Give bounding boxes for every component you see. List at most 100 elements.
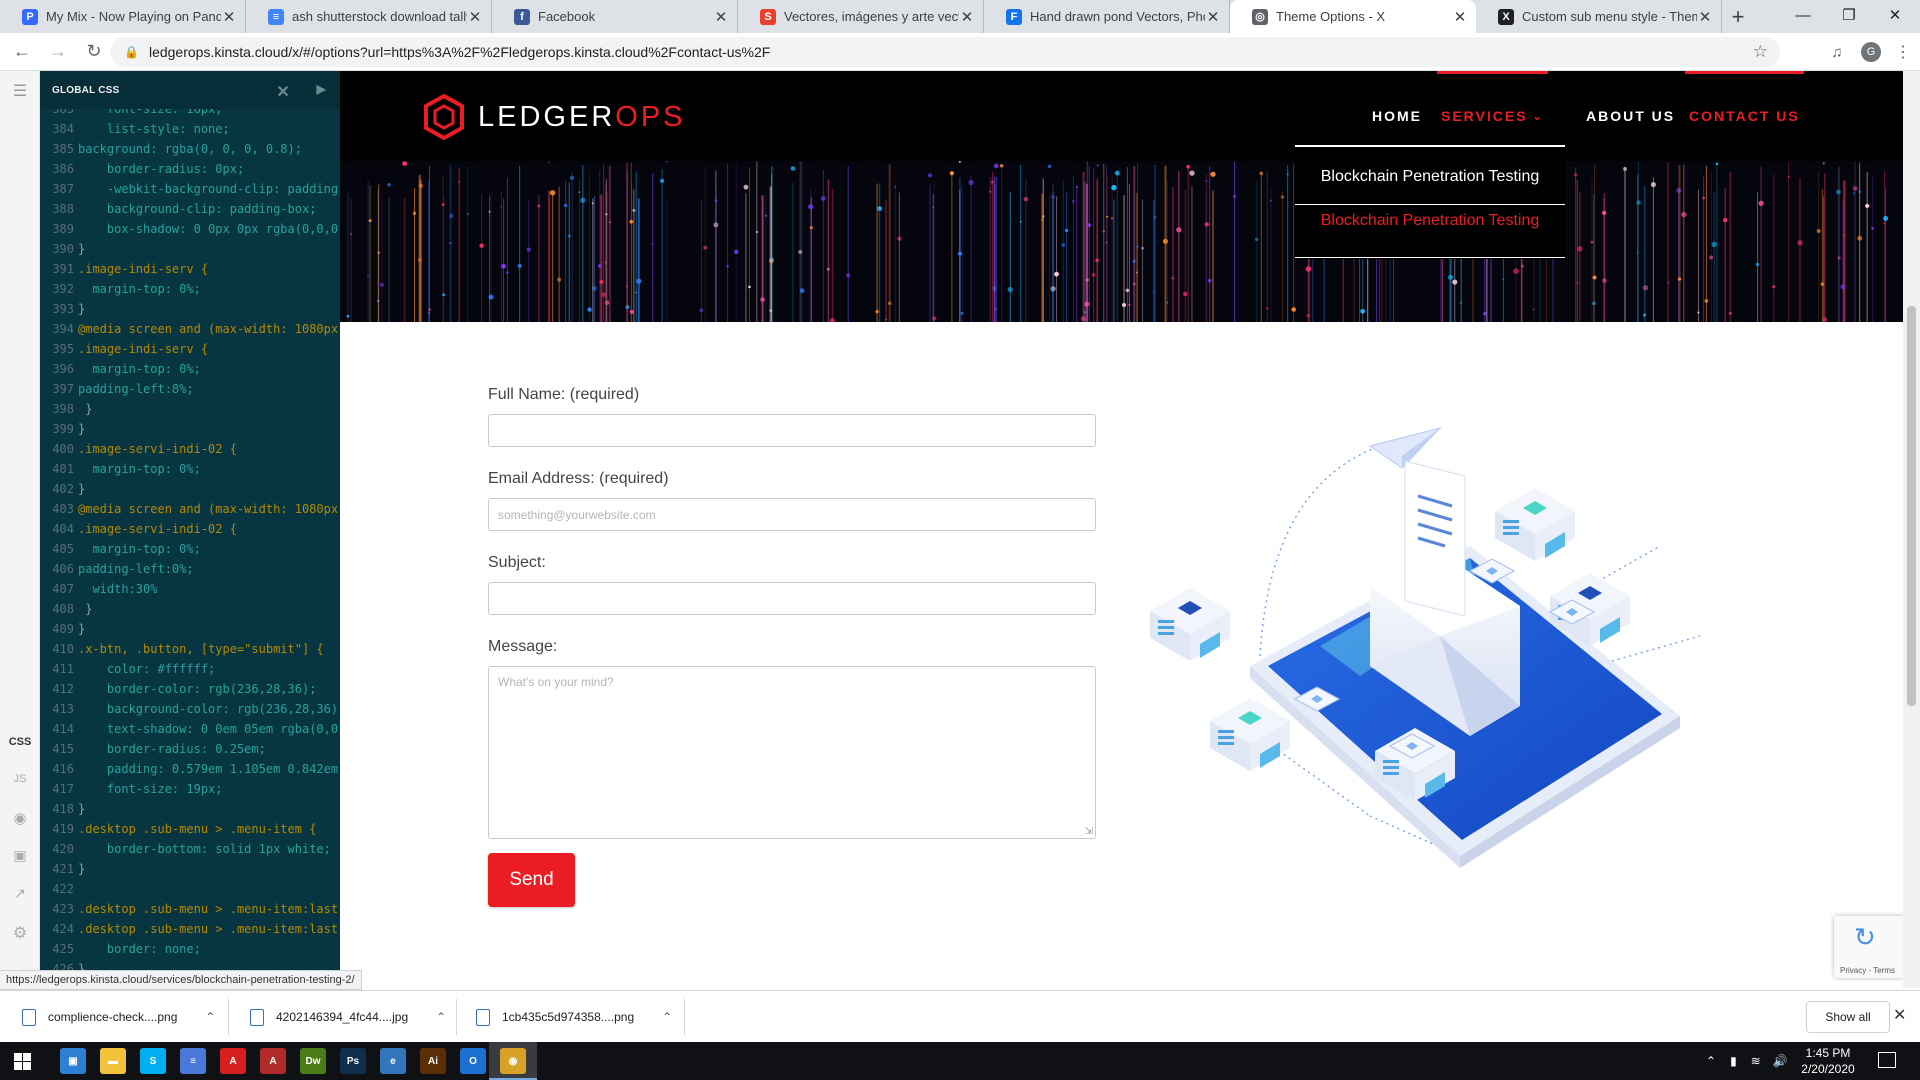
light-particle	[1186, 164, 1190, 169]
recaptcha-badge[interactable]: ↻ Privacy - Terms	[1834, 916, 1903, 978]
browser-tab[interactable]: P My Mix - Now Playing on Pandora✕	[0, 0, 246, 33]
chevron-up-icon[interactable]: ⌃	[436, 1010, 446, 1024]
send-button[interactable]: Send	[488, 853, 575, 907]
ledgerops-logo[interactable]: LEDGEROPS	[420, 93, 686, 141]
page-scrollbar[interactable]	[1903, 71, 1920, 988]
rail-tab-css[interactable]: CSS	[0, 736, 40, 748]
wifi-icon[interactable]: ≋	[1751, 1054, 1761, 1068]
nav-contact[interactable]: CONTACT US	[1685, 71, 1804, 161]
new-tab-button[interactable]: +	[1722, 0, 1754, 33]
photoshop-icon[interactable]: Ps	[340, 1048, 366, 1074]
global-css-editor[interactable]: GLOBAL CSS ✕ ▶ 383 font-size: 16px; 384 l…	[40, 71, 340, 988]
close-shelf-icon[interactable]: ✕	[1893, 1005, 1906, 1025]
forward-button[interactable]: →	[40, 37, 76, 67]
close-tab-icon[interactable]: ✕	[1697, 8, 1713, 26]
download-item[interactable]: 1cb435c5d974358....png ⌃	[476, 991, 672, 1043]
bookmark-star-icon[interactable]: ☆	[1753, 42, 1768, 62]
address-bar[interactable]: 🔒 ledgerops.kinsta.cloud/x/#/options?url…	[110, 37, 1780, 67]
edge-icon[interactable]: e	[380, 1048, 406, 1074]
file-explorer-icon[interactable]: ▣	[60, 1048, 86, 1074]
system-tray: ⌃ ▮ ≋ 🔊	[1706, 1042, 1788, 1080]
chevron-up-icon[interactable]: ⌃	[205, 1010, 215, 1024]
run-icon[interactable]: ▶	[317, 82, 326, 96]
chevron-up-icon[interactable]: ⌃	[662, 1010, 672, 1024]
pdf-icon[interactable]: A	[260, 1048, 286, 1074]
light-particle	[1207, 278, 1212, 283]
browser-tab[interactable]: f Facebook ✕	[492, 0, 738, 33]
download-item[interactable]: complience-check....png ⌃	[22, 991, 215, 1043]
back-button[interactable]: ←	[4, 37, 40, 67]
rail-tab-js[interactable]: JS	[0, 773, 40, 785]
light-particle	[1054, 271, 1059, 277]
tray-chevron-icon[interactable]: ⌃	[1706, 1054, 1716, 1068]
light-particle	[636, 278, 642, 284]
download-item[interactable]: 4202146394_4fc44....jpg ⌃	[250, 991, 446, 1043]
code-lines[interactable]: 383 font-size: 16px; 384 list-style: none…	[40, 109, 340, 979]
nav-about[interactable]: ABOUT US	[1586, 71, 1675, 161]
line-text: .x-btn, .button, [type="submit"] {	[78, 642, 324, 656]
notifications-icon[interactable]	[1878, 1052, 1896, 1068]
taskbar-clock[interactable]: 1:45 PM 2/20/2020	[1788, 1045, 1868, 1077]
light-particle	[714, 199, 718, 203]
browser-tab[interactable]: ◎ Theme Options - X ✕	[1230, 0, 1476, 33]
code-line: 389 box-shadow: 0 0px 0px rgba(0,0,0,0);	[40, 219, 340, 239]
folder-icon[interactable]: ▬	[100, 1048, 126, 1074]
restore-button[interactable]: ❐	[1826, 0, 1872, 30]
hamburger-icon[interactable]: ☰	[0, 81, 40, 101]
acrobat-icon[interactable]: A	[220, 1048, 246, 1074]
light-particle	[1064, 228, 1069, 233]
light-particle	[1075, 185, 1078, 188]
browser-tab[interactable]: F Hand drawn pond Vectors, Photos✕	[984, 0, 1230, 33]
subject-field[interactable]	[488, 582, 1096, 615]
docs-app-icon[interactable]: ≡	[180, 1048, 206, 1074]
browser-tab[interactable]: X Custom sub menu style - Theme ✕	[1476, 0, 1722, 33]
light-particle	[1576, 281, 1579, 284]
preview-icon[interactable]: ◉	[0, 809, 40, 827]
device-icon[interactable]: ▣	[0, 847, 40, 864]
email-field[interactable]: something@yourwebsite.com	[488, 498, 1096, 531]
message-field[interactable]: What's on your mind? ⇲	[488, 666, 1096, 839]
close-tab-icon[interactable]: ✕	[467, 8, 483, 26]
scrollbar-thumb[interactable]	[1907, 306, 1916, 706]
light-particle	[999, 164, 1004, 168]
line-number: 387	[52, 182, 74, 196]
media-control-icon[interactable]: ♫	[1822, 33, 1852, 71]
show-all-button[interactable]: Show all	[1806, 1001, 1890, 1033]
light-particle	[1286, 173, 1289, 176]
illustrator-icon[interactable]: Ai	[420, 1048, 446, 1074]
close-tab-icon[interactable]: ✕	[221, 8, 237, 26]
settings-gear-icon[interactable]: ⚙	[0, 923, 40, 943]
outlook-icon[interactable]: O	[460, 1048, 486, 1074]
external-link-icon[interactable]: ↗	[0, 885, 40, 902]
reload-button[interactable]: ↻	[76, 37, 112, 67]
close-editor-icon[interactable]: ✕	[276, 82, 290, 102]
line-number: 389	[52, 222, 74, 236]
code-line: 390}	[40, 239, 340, 259]
submenu-item[interactable]: Blockchain Penetration Testing	[1295, 199, 1565, 243]
browser-tab[interactable]: S Vectores, imágenes y arte vectorial✕	[738, 0, 984, 33]
dreamweaver-icon[interactable]: Dw	[300, 1048, 326, 1074]
close-window-button[interactable]: ✕	[1872, 0, 1918, 30]
minimize-button[interactable]: —	[1780, 0, 1826, 30]
menu-kebab-icon[interactable]: ⋮	[1890, 33, 1916, 71]
volume-icon[interactable]: 🔊	[1773, 1054, 1788, 1068]
close-tab-icon[interactable]: ✕	[713, 8, 729, 26]
close-tab-icon[interactable]: ✕	[1205, 8, 1221, 26]
recaptcha-terms[interactable]: Privacy - Terms	[1840, 966, 1895, 975]
light-particle	[466, 212, 469, 215]
x-theme-icon: X	[1498, 8, 1514, 25]
message-placeholder: What's on your mind?	[498, 675, 614, 689]
battery-icon[interactable]: ▮	[1730, 1054, 1737, 1068]
submenu-item[interactable]: Blockchain Penetration Testing	[1295, 155, 1565, 199]
browser-tab[interactable]: ≡ ash shutterstock download tally ✕	[246, 0, 492, 33]
windows-start-icon[interactable]	[14, 1053, 31, 1070]
light-particle	[992, 286, 997, 291]
skype-icon[interactable]: S	[140, 1048, 166, 1074]
chrome-icon[interactable]: ◉	[500, 1048, 526, 1074]
resize-grip-icon[interactable]: ⇲	[1085, 826, 1093, 837]
profile-avatar[interactable]: G	[1856, 33, 1886, 71]
close-tab-icon[interactable]: ✕	[1452, 8, 1468, 26]
name-field[interactable]	[488, 414, 1096, 447]
light-particle	[703, 245, 708, 250]
close-tab-icon[interactable]: ✕	[959, 8, 975, 26]
